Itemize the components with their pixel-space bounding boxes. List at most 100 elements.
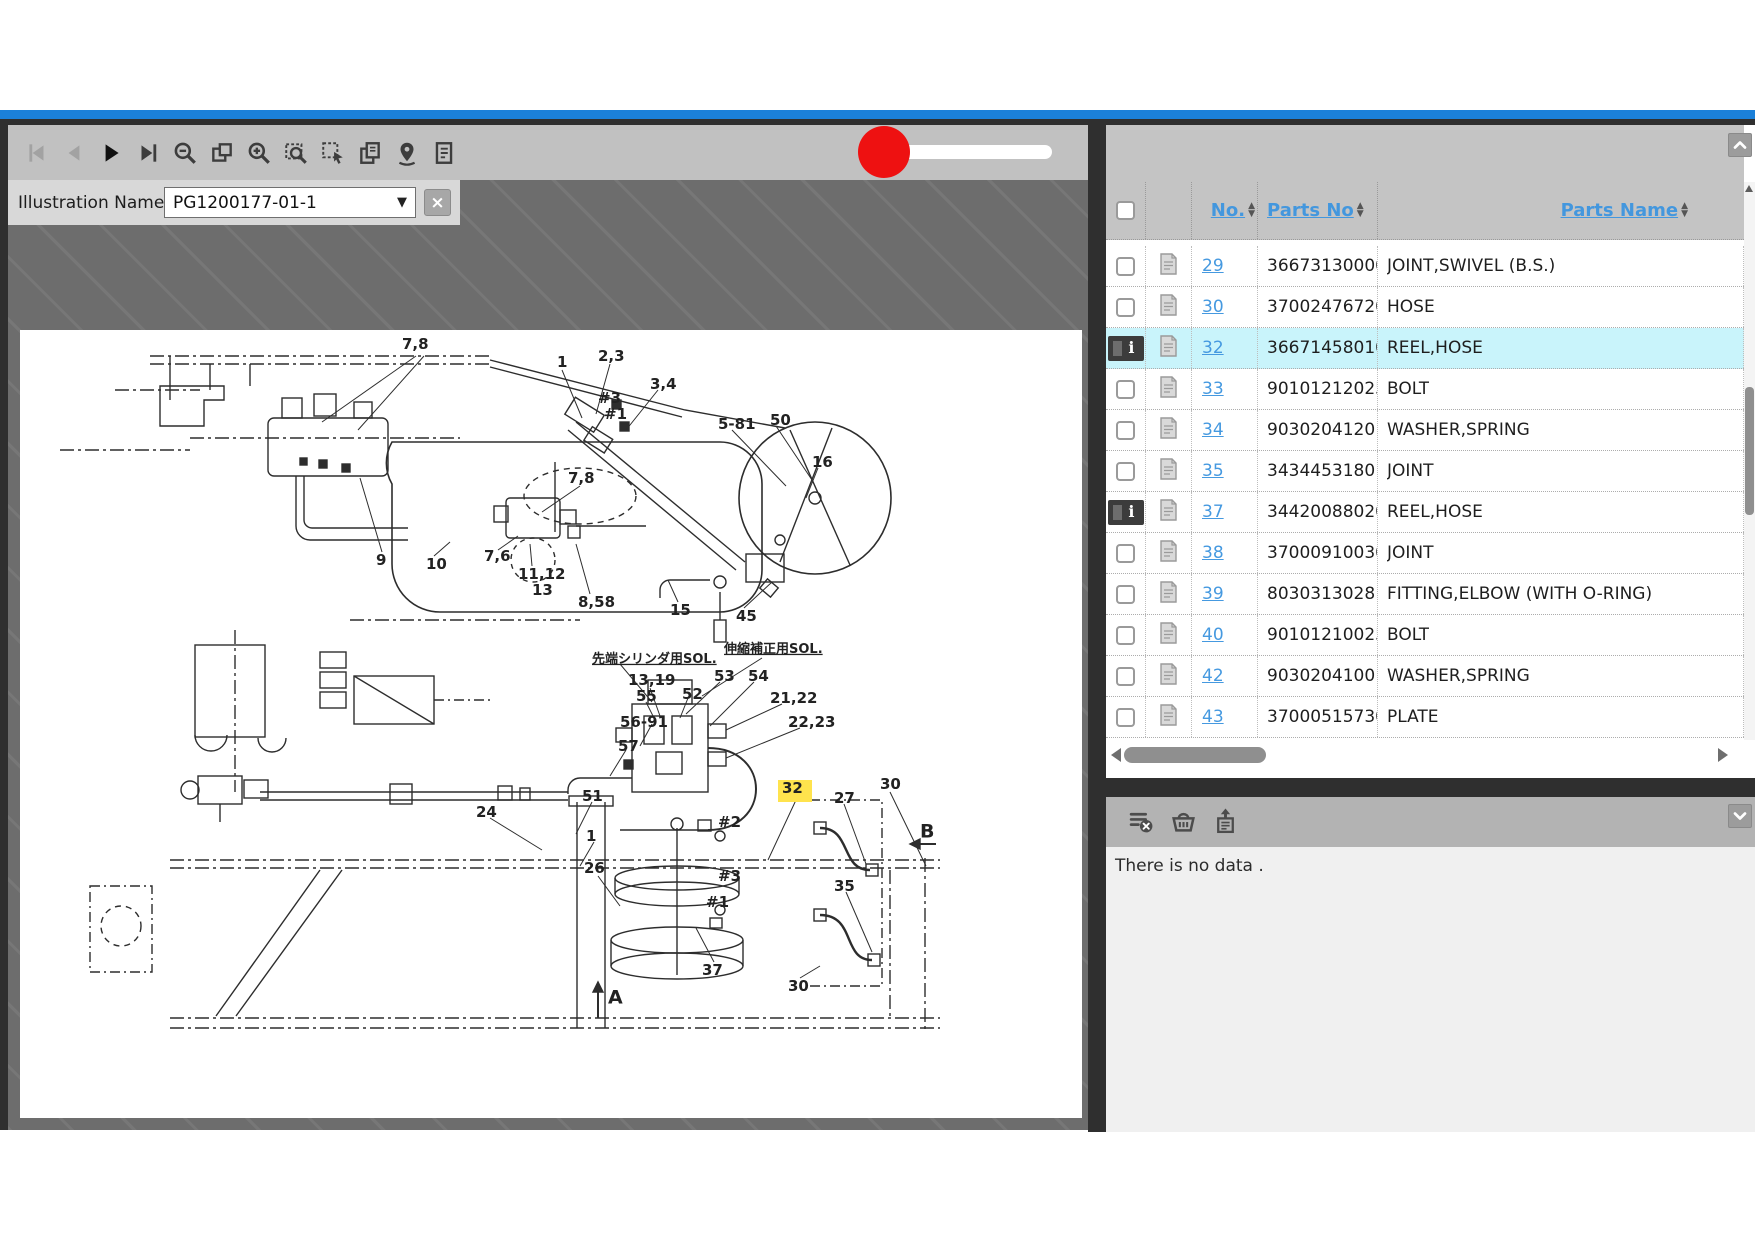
- document-icon[interactable]: [1160, 704, 1177, 730]
- diagram-callout[interactable]: 45: [736, 607, 757, 625]
- document-icon[interactable]: [1160, 499, 1177, 525]
- row-checkbox[interactable]: [1116, 421, 1135, 440]
- diagram-callout[interactable]: #2: [718, 813, 741, 831]
- diagram-callout[interactable]: 52: [682, 685, 703, 703]
- table-row[interactable]: 4290302041001WASHER,SPRING: [1106, 656, 1744, 697]
- diagram-callout[interactable]: 7,6: [484, 547, 511, 565]
- diagram-callout[interactable]: 1: [586, 827, 596, 845]
- row-checkbox[interactable]: [1116, 585, 1135, 604]
- row-checkbox[interactable]: [1116, 298, 1135, 317]
- diagram-callout[interactable]: 1: [557, 353, 567, 371]
- diagram-callout[interactable]: 7,8: [402, 335, 429, 353]
- diagram-callout[interactable]: 35: [834, 877, 855, 895]
- diagram-callout[interactable]: 21,22: [770, 689, 817, 707]
- sort-by-no[interactable]: No.: [1211, 200, 1245, 221]
- diagram-callout[interactable]: 51: [582, 787, 603, 805]
- first-page-icon[interactable]: [22, 138, 52, 168]
- diagram-callout[interactable]: 50: [770, 411, 791, 429]
- diagram-callout[interactable]: 56-91: [620, 713, 668, 731]
- part-no-link[interactable]: 29: [1202, 256, 1224, 276]
- next-page-icon[interactable]: [96, 138, 126, 168]
- diagram-callout[interactable]: 7,8: [568, 469, 595, 487]
- part-no-link[interactable]: 30: [1202, 297, 1224, 317]
- previous-page-icon[interactable]: [59, 138, 89, 168]
- collapse-down-button[interactable]: [1728, 804, 1752, 828]
- diagram-callout-highlighted[interactable]: 32: [782, 779, 803, 797]
- diagram-callout[interactable]: 8,58: [578, 593, 615, 611]
- table-row[interactable]: 2936673130000JOINT,SWIVEL (B.S.): [1106, 246, 1744, 287]
- diagram-callout[interactable]: 5-81: [718, 415, 756, 433]
- table-row[interactable]: 4090101210025BOLT: [1106, 615, 1744, 656]
- table-row[interactable]: 3980303130281FITTING,ELBOW (WITH O-RING): [1106, 574, 1744, 615]
- diagram-callout[interactable]: 57: [618, 737, 639, 755]
- document-icon[interactable]: [1160, 294, 1177, 320]
- diagram-callout[interactable]: 9: [376, 551, 386, 569]
- diagram-callout[interactable]: 10: [426, 555, 447, 573]
- diagram-callout[interactable]: 2,3: [598, 347, 625, 365]
- sort-by-parts-name[interactable]: Parts Name: [1561, 200, 1679, 221]
- diagram-callout[interactable]: A: [608, 987, 623, 1009]
- copy-icon[interactable]: [355, 138, 385, 168]
- document-icon[interactable]: [1160, 663, 1177, 689]
- diagram-callout[interactable]: 22,23: [788, 713, 835, 731]
- part-no-link[interactable]: 42: [1202, 666, 1224, 686]
- diagram-callout[interactable]: #1: [706, 893, 729, 911]
- row-checkbox[interactable]: [1116, 626, 1135, 645]
- diagram-callout[interactable]: 27: [834, 789, 855, 807]
- document-icon[interactable]: [1160, 335, 1177, 361]
- diagram-callout[interactable]: 37: [702, 961, 723, 979]
- diagram-callout[interactable]: 16: [812, 453, 833, 471]
- row-checkbox[interactable]: [1116, 667, 1135, 686]
- sort-by-parts-no[interactable]: Parts No: [1267, 200, 1354, 221]
- map-pin-icon[interactable]: [392, 138, 422, 168]
- table-row[interactable]: 4337000515730PLATE: [1106, 697, 1744, 738]
- diagram-callout[interactable]: 伸縮補正用SOL.: [723, 641, 823, 657]
- diagram-callout[interactable]: 13: [532, 581, 553, 599]
- diagram-callout[interactable]: 先端シリンダ用SOL.: [592, 651, 717, 667]
- diagram-callout[interactable]: 53: [714, 667, 735, 685]
- part-no-link[interactable]: 37: [1202, 502, 1224, 522]
- info-book-icon[interactable]: [1108, 500, 1144, 525]
- row-checkbox[interactable]: [1116, 380, 1135, 399]
- diagram-callout[interactable]: 30: [880, 775, 901, 793]
- row-checkbox[interactable]: [1116, 544, 1135, 563]
- scroll-left-arrow[interactable]: [1111, 748, 1121, 762]
- sort-arrows-icon[interactable]: ▲▼: [1248, 203, 1255, 219]
- table-row[interactable]: 3490302041201WASHER,SPRING: [1106, 410, 1744, 451]
- diagram-callout[interactable]: 3,4: [650, 375, 677, 393]
- row-checkbox[interactable]: [1116, 257, 1135, 276]
- document-icon[interactable]: [1160, 417, 1177, 443]
- illustration-name-select[interactable]: PG1200177-01-1 ▼: [164, 187, 416, 218]
- table-row[interactable]: 3534344531801JOINT: [1106, 451, 1744, 492]
- part-no-link[interactable]: 38: [1202, 543, 1224, 563]
- diagram-callout[interactable]: 26: [584, 859, 605, 877]
- diagram-callout[interactable]: 24: [476, 803, 497, 821]
- zoom-slider-knob[interactable]: [858, 126, 910, 178]
- document-icon[interactable]: [1160, 622, 1177, 648]
- notes-icon[interactable]: [429, 138, 459, 168]
- info-book-icon[interactable]: [1108, 336, 1144, 361]
- part-no-link[interactable]: 40: [1202, 625, 1224, 645]
- diagram-callout[interactable]: 30: [788, 977, 809, 995]
- basket-icon[interactable]: [1168, 806, 1198, 836]
- collapse-up-button[interactable]: [1728, 133, 1752, 157]
- sort-arrows-icon[interactable]: ▲▼: [1681, 203, 1688, 219]
- document-icon[interactable]: [1160, 253, 1177, 279]
- document-icon[interactable]: [1160, 376, 1177, 402]
- document-icon[interactable]: [1160, 540, 1177, 566]
- diagram-callout[interactable]: 15: [670, 601, 691, 619]
- part-no-link[interactable]: 39: [1202, 584, 1224, 604]
- diagram-callout[interactable]: 55: [636, 687, 657, 705]
- row-checkbox[interactable]: [1116, 462, 1135, 481]
- part-no-link[interactable]: 43: [1202, 707, 1224, 727]
- zoom-in-icon[interactable]: [244, 138, 274, 168]
- part-no-link[interactable]: 35: [1202, 461, 1224, 481]
- part-no-link[interactable]: 32: [1202, 338, 1224, 358]
- scroll-up-arrow[interactable]: [1745, 185, 1753, 192]
- select-all-checkbox[interactable]: [1116, 201, 1135, 220]
- diagram-callout[interactable]: 54: [748, 667, 769, 685]
- illustration-page[interactable]: 7,812,33,4#3#15-81507,8169107,611,12138,…: [20, 330, 1082, 1118]
- document-icon[interactable]: [1160, 458, 1177, 484]
- sort-arrows-icon[interactable]: ▲▼: [1357, 203, 1364, 219]
- select-area-icon[interactable]: [318, 138, 348, 168]
